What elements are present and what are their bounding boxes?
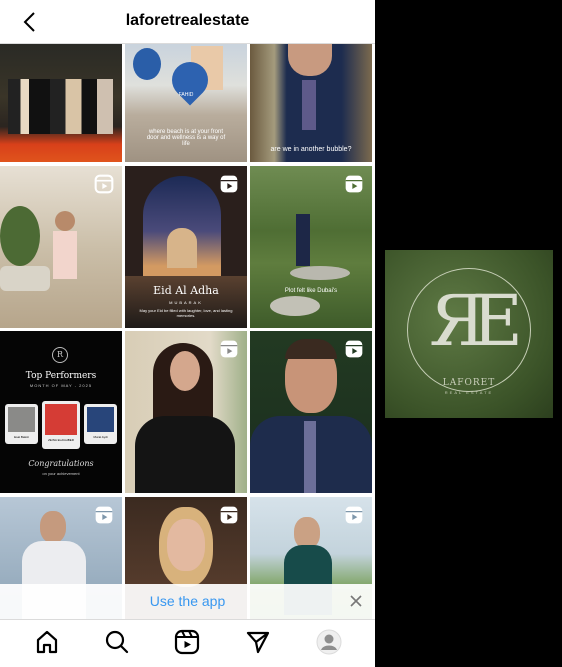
use-the-app-link[interactable]: Use the app <box>0 593 375 609</box>
post-tile[interactable] <box>0 44 122 162</box>
post-tile[interactable]: R Top Performers MONTH OF MAY - 2025 Esa… <box>0 331 122 493</box>
post-subtitle: MUBARAK <box>169 300 203 305</box>
reel-icon <box>220 175 238 193</box>
post-caption: where beach is at your front door and we… <box>146 129 226 147</box>
post-tile[interactable] <box>0 166 122 328</box>
reel-icon <box>94 174 114 194</box>
header: laforetrealestate <box>0 0 375 44</box>
performer-name: Murat Aydi <box>93 435 108 439</box>
home-icon[interactable] <box>34 629 60 655</box>
post-tile[interactable] <box>125 331 247 493</box>
close-icon[interactable] <box>347 592 365 610</box>
group-photo <box>8 79 113 134</box>
post-footer-sub: on your achievement <box>42 471 80 476</box>
logo-monogram: ЯE <box>429 280 523 362</box>
instagram-mobile-view: laforetrealestate FAHID where beach is a… <box>0 0 375 667</box>
post-caption: May your Eid be filled with laughter, lo… <box>139 308 233 318</box>
post-tile[interactable]: Plot felt like Dubai's <box>250 166 372 328</box>
performer-name: Esat Bakici <box>14 435 29 439</box>
reel-icon <box>345 506 363 524</box>
use-app-banner: Use the app <box>0 584 375 620</box>
reel-icon <box>345 175 363 193</box>
reel-icon <box>345 340 363 358</box>
logo-name: LAFORET <box>442 378 496 388</box>
post-footer: Congratulations <box>28 459 94 468</box>
post-tile[interactable]: FAHID where beach is at your front door … <box>125 44 247 162</box>
page-title: laforetrealestate <box>125 12 250 29</box>
reel-icon <box>220 506 238 524</box>
reel-icon <box>95 506 113 524</box>
post-subtitle: MONTH OF MAY - 2025 <box>29 383 93 388</box>
post-tile[interactable]: are we in another bubble? <box>250 44 372 162</box>
post-caption: are we in another bubble? <box>270 146 352 153</box>
post-tile[interactable] <box>250 331 372 493</box>
direct-message-icon[interactable] <box>245 629 271 655</box>
performer-name: ZEINA ELAGHBER <box>48 438 74 442</box>
post-title: Top Performers <box>25 371 97 381</box>
pin-label: FAHID <box>178 92 194 98</box>
post-tile[interactable]: Eid Al Adha MUBARAK May your Eid be fill… <box>125 166 247 328</box>
brand-logo: ЯE LAFORET REAL ESTATE <box>385 250 553 418</box>
post-title: Eid Al Adha <box>153 284 219 297</box>
bottom-nav <box>0 620 375 667</box>
profile-avatar-icon[interactable] <box>316 629 342 655</box>
search-icon[interactable] <box>104 629 130 655</box>
reels-icon[interactable] <box>174 629 200 655</box>
reel-icon <box>220 340 238 358</box>
logo-tagline: REAL ESTATE <box>444 390 494 395</box>
post-caption: Plot felt like Dubai's <box>284 288 338 294</box>
